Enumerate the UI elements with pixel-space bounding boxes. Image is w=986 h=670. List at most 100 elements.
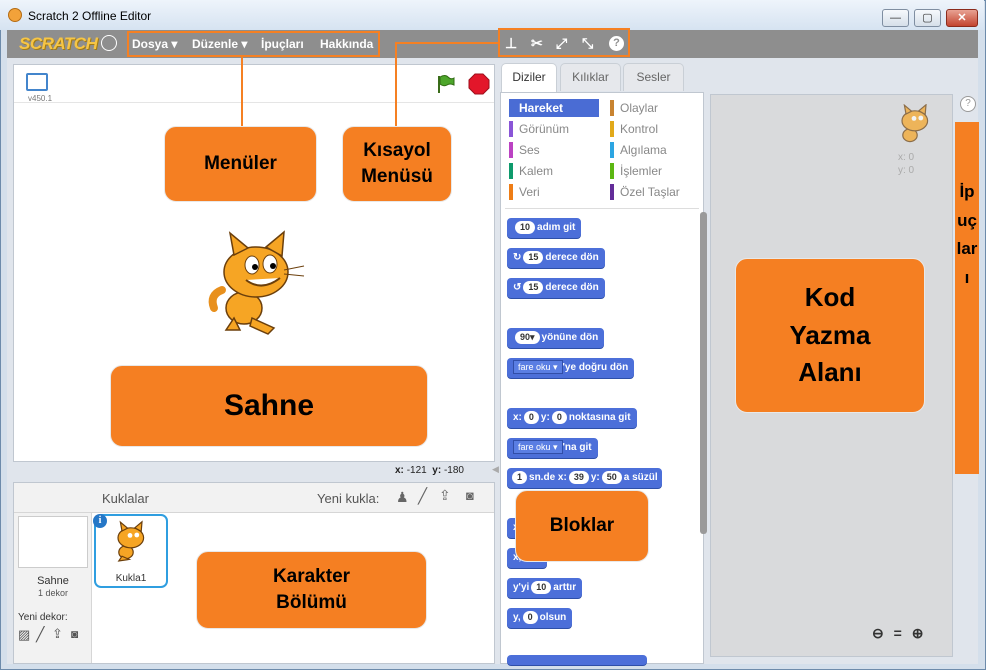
category-motion[interactable]: Hareket (509, 99, 599, 117)
block-goto[interactable]: fare oku ▾'na git (507, 438, 598, 458)
mouse-y-value: -180 (443, 465, 464, 476)
camera-backdrop-icon[interactable]: ◙ (71, 627, 78, 641)
block-change-y-input[interactable]: 10 (531, 580, 552, 594)
category-control-color (610, 121, 614, 137)
category-operators[interactable]: İşlemler (610, 162, 700, 180)
block-set-y-text: olsun (539, 612, 567, 623)
category-sound[interactable]: Ses (509, 141, 599, 159)
cat-sprite-icon[interactable] (204, 230, 314, 340)
category-more-blocks[interactable]: Özel Taşlar (610, 183, 700, 201)
category-sensing-label: Algılama (620, 143, 667, 157)
category-sensing-color (610, 142, 614, 158)
shortcut-highlight (498, 28, 630, 57)
category-control[interactable]: Kontrol (610, 120, 700, 138)
zoom-reset-icon[interactable]: = (894, 625, 902, 641)
fullscreen-icon[interactable] (26, 73, 48, 91)
stage-column: Sahne 1 dekor Yeni dekor: ▨ ╱ ⇪ ◙ (14, 513, 92, 663)
callout-sprites: Karakter Bölümü (196, 551, 427, 629)
tips-help-icon[interactable]: ? (960, 96, 976, 112)
block-point-direction[interactable]: 90▾ yönüne dön (507, 328, 605, 348)
block-point-towards[interactable]: fare oku ▾'ye doğru dön (507, 358, 635, 378)
block-turn-right[interactable]: ↻ 15 derece dön (507, 248, 605, 268)
sprite-thumbnail[interactable]: i Kukla1 (93, 514, 168, 588)
upload-sprite-icon[interactable]: ⇪ (439, 487, 451, 504)
paint-sprite-icon[interactable]: ╱ (418, 487, 427, 505)
block-turn-left[interactable]: ↺ 15 derece dön (507, 278, 605, 298)
current-sprite-icon (901, 104, 929, 143)
paint-backdrop-icon[interactable]: ╱ (36, 626, 44, 643)
callout-code-line3: Alanı (798, 357, 862, 388)
upload-backdrop-icon[interactable]: ⇪ (52, 626, 63, 642)
block-set-y-input[interactable]: 0 (522, 610, 538, 624)
sprite-cat-icon (117, 520, 145, 562)
turn-right-icon: ↻ (513, 252, 522, 263)
category-data[interactable]: Veri (509, 183, 599, 201)
tab-sounds[interactable]: Sesler (623, 63, 684, 91)
sprite-library-icon[interactable]: ♟ (396, 489, 409, 506)
category-motion-label: Hareket (519, 101, 564, 115)
stage-thumbnail[interactable] (18, 516, 88, 568)
tips-panel-strip[interactable] (955, 122, 979, 474)
scratch-logo[interactable]: SCRATCH (19, 34, 98, 54)
sprite-info-icon[interactable]: i (93, 514, 107, 528)
block-goto-xy[interactable]: x: 0 y: 0 noktasına git (507, 408, 637, 428)
block-glide-x-input[interactable]: 39 (568, 470, 589, 484)
block-goto-dropdown[interactable]: fare oku ▾ (513, 440, 563, 455)
callout-code-line1: Kod (804, 281, 856, 312)
camera-sprite-icon[interactable]: ◙ (466, 488, 474, 503)
stage-label: Sahne (37, 575, 69, 587)
block-change-y-text: arttır (553, 582, 577, 593)
block-turn-left-input[interactable]: 15 (523, 280, 544, 294)
block-turn-right-input[interactable]: 15 (523, 250, 544, 264)
block-point-direction-input[interactable]: 90▾ (515, 330, 540, 344)
block-partial[interactable] (507, 655, 647, 665)
sprites-title: Kuklalar (102, 491, 149, 506)
block-glide[interactable]: 1 sn.de x: 39 y: 50 a süzül (507, 468, 662, 488)
zoom-out-icon[interactable]: ⊖ (872, 625, 884, 641)
callout-code-line2: Yazma (789, 319, 871, 350)
sprite-x-readout: x: 0 (898, 152, 915, 163)
zoom-in-icon[interactable]: ⊕ (912, 625, 924, 641)
category-data-color (509, 184, 513, 200)
menus-highlight (127, 31, 380, 57)
block-turn-right-text: derece dön (545, 252, 599, 263)
green-flag-icon[interactable] (434, 73, 456, 95)
category-events[interactable]: Olaylar (610, 99, 700, 117)
block-goto-xy-x-input[interactable]: 0 (523, 410, 539, 424)
block-goto-xy-text: noktasına git (568, 412, 631, 423)
category-control-label: Kontrol (620, 122, 659, 136)
callout-code-area: Kod Yazma Alanı (735, 258, 925, 413)
maximize-button[interactable]: ▢ (914, 9, 941, 27)
block-glide-secs-label: sn.de x: (529, 472, 567, 483)
category-looks[interactable]: Görünüm (509, 120, 599, 138)
stage-toolbar: v450.1 (14, 65, 494, 103)
block-change-y[interactable]: y'yi 10 arttır (507, 578, 583, 598)
palette-scrollbar[interactable] (700, 212, 707, 534)
block-move-input[interactable]: 10 (515, 220, 536, 234)
language-globe-icon[interactable] (101, 35, 117, 51)
block-goto-xy-y-input[interactable]: 0 (551, 410, 567, 424)
callout-shortcut-line2: Menüsü (361, 166, 433, 187)
minimize-button[interactable]: — (882, 9, 909, 27)
new-backdrop-label: Yeni dekor: (18, 612, 68, 623)
backdrop-library-icon[interactable]: ▨ (18, 627, 30, 643)
block-set-y[interactable]: y, 0 olsun (507, 608, 573, 628)
stop-sign-icon[interactable] (468, 73, 490, 95)
mouse-y-label: y: (432, 465, 442, 476)
close-button[interactable]: ✕ (946, 9, 978, 27)
category-more-blocks-color (610, 184, 614, 200)
backdrop-count: 1 dekor (37, 588, 69, 598)
block-move[interactable]: 10 adım git (507, 218, 582, 238)
tab-costumes[interactable]: Kılıklar (560, 63, 621, 91)
category-sensing[interactable]: Algılama (610, 141, 700, 159)
sprites-header: Kuklalar Yeni kukla: ♟ ╱ ⇪ ◙ (14, 483, 494, 513)
tab-scripts[interactable]: Diziler (501, 63, 557, 93)
block-point-towards-dropdown[interactable]: fare oku ▾ (513, 360, 563, 375)
block-point-towards-text: 'ye doğru dön (562, 362, 629, 373)
category-sound-color (509, 142, 513, 158)
block-set-y-prefix: y, (513, 612, 521, 623)
category-pen[interactable]: Kalem (509, 162, 599, 180)
block-glide-secs-input[interactable]: 1 (512, 470, 528, 484)
collapse-arrow-icon[interactable]: ◀ (492, 464, 500, 480)
block-glide-y-input[interactable]: 50 (601, 470, 622, 484)
